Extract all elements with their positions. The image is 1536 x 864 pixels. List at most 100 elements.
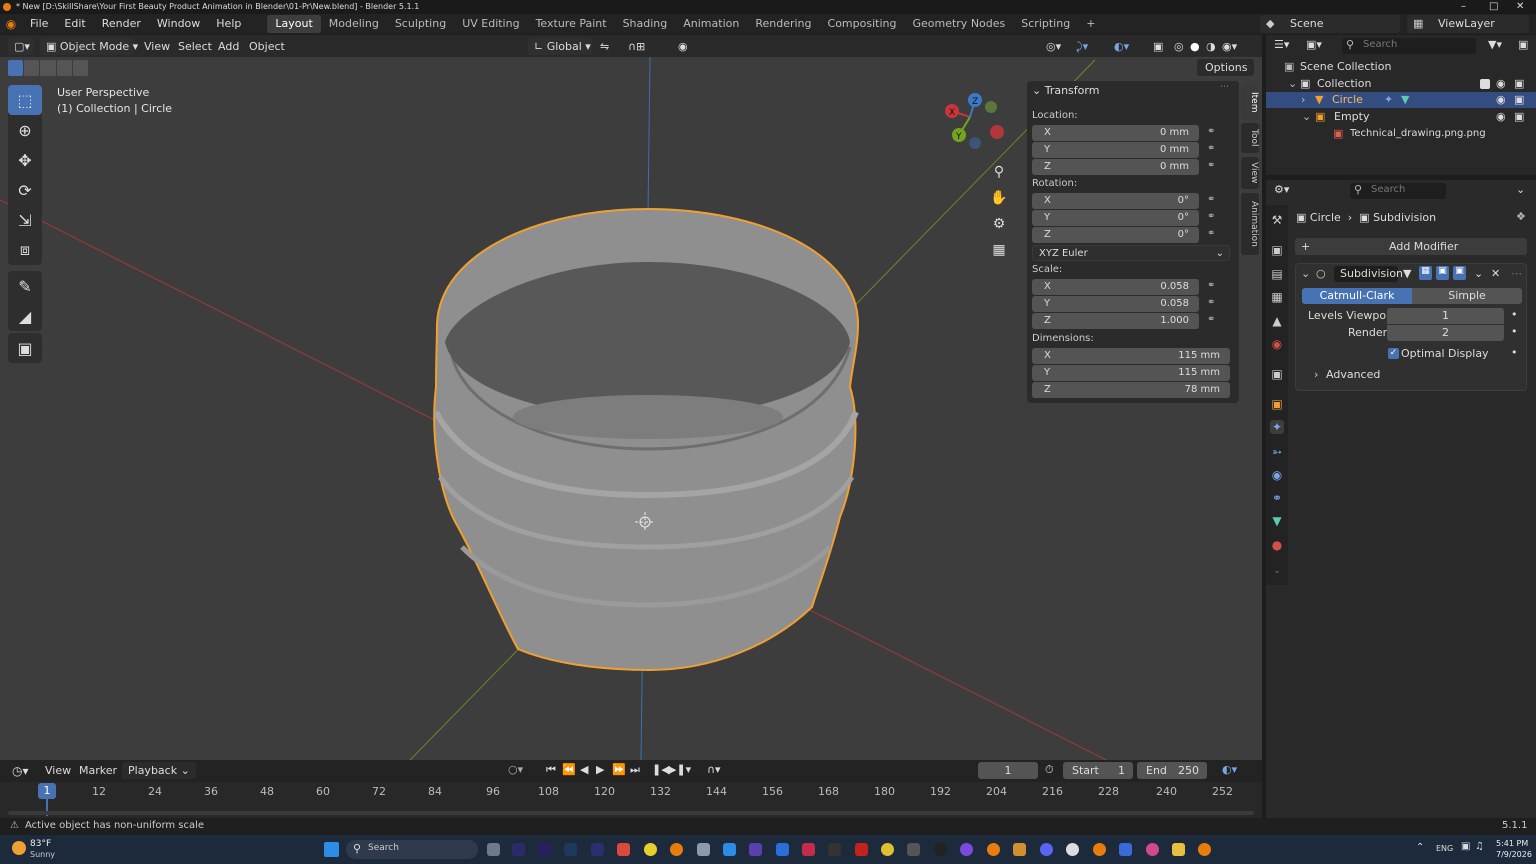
blender-taskbar-icon-2[interactable] (987, 843, 1000, 856)
outliner-search-input[interactable]: ⚲ Search (1342, 38, 1476, 54)
snapping-icon[interactable]: ∩▾ (707, 763, 721, 776)
menu-help[interactable]: Help (208, 14, 249, 34)
filter-icon[interactable]: ▼▾ (1488, 38, 1502, 51)
outliner-row-circle[interactable]: › ▼ Circle ✦ ▼ ◉ ▣ (1266, 92, 1536, 108)
timeline-scrollbar[interactable] (8, 811, 1254, 815)
tab-scripting[interactable]: Scripting (1013, 15, 1078, 33)
menu-render[interactable]: Render (94, 14, 149, 34)
ortho-grid-icon[interactable]: ▦ (988, 242, 1010, 264)
scale-x-field[interactable]: X 0.058 (1032, 279, 1199, 295)
blender-active-icon[interactable] (1198, 843, 1211, 856)
camera-icon[interactable]: ▣ (1514, 76, 1524, 92)
type-simple-button[interactable]: Simple (1412, 288, 1522, 304)
tab-uv-editing[interactable]: UV Editing (454, 15, 527, 33)
modifier-tab-icon[interactable]: ✦ (1270, 420, 1284, 434)
render-toggle-icon[interactable]: ▣ (1453, 266, 1466, 280)
optimal-display-checkbox[interactable]: ✓ (1388, 348, 1399, 359)
lock-icon[interactable]: ⚭ (1207, 160, 1215, 171)
delete-modifier-icon[interactable]: ✕ (1491, 267, 1500, 280)
wireframe-shading-icon[interactable]: ◎ (1174, 38, 1184, 55)
app-icon-multi[interactable] (1146, 843, 1159, 856)
lock-icon[interactable]: ⚭ (1207, 211, 1215, 222)
tab-animation[interactable]: Animation (675, 15, 747, 33)
play-icon[interactable]: ▶ (596, 763, 604, 776)
scene-selector[interactable]: ◆ Scene (1260, 15, 1400, 33)
app-icon-dark[interactable] (934, 843, 947, 856)
gizmo-toggle-icon[interactable]: ⤸▾ (1076, 38, 1088, 55)
properties-editor-type-icon[interactable]: ⚙▾ (1274, 183, 1289, 196)
expand-icon[interactable]: › (1301, 92, 1305, 108)
add-workspace-button[interactable]: + (1078, 15, 1103, 33)
tab-animation-sidebar[interactable]: Animation (1241, 193, 1259, 255)
app-icon-gear[interactable] (697, 843, 710, 856)
lock-icon[interactable]: ⚭ (1207, 143, 1215, 154)
lock-icon[interactable]: ⚭ (1207, 314, 1215, 325)
modifier-dropdown-icon[interactable]: ⌄ (1474, 267, 1483, 280)
viewport-toggle-icon[interactable]: ▣ (1436, 266, 1449, 280)
github-icon[interactable] (1066, 843, 1079, 856)
xray-icon[interactable]: ▣ (1153, 38, 1163, 55)
epic-games-icon[interactable] (828, 843, 841, 856)
modifier-name-field[interactable]: Subdivision (1334, 266, 1403, 282)
rotation-x-field[interactable]: X 0° (1032, 193, 1199, 209)
add-modifier-button[interactable]: + Add Modifier (1295, 238, 1527, 255)
output-tab-icon[interactable]: ▤ (1270, 267, 1284, 281)
play-reverse-icon[interactable]: ◀ (580, 763, 588, 776)
constraints-tab-icon[interactable]: ⚭ (1270, 491, 1284, 505)
outliner-row-empty[interactable]: ⌄ ▣ Empty ◉ ▣ (1266, 109, 1536, 125)
app-icon-red-2[interactable] (802, 843, 815, 856)
world-tab-icon[interactable]: ◉ (1270, 337, 1284, 351)
dimensions-z-field[interactable]: Z 78 mm (1032, 382, 1230, 398)
scale-icon[interactable]: ⇲ (8, 205, 42, 235)
jump-keyframe-forward-icon[interactable]: ⏩ (612, 763, 626, 776)
language-indicator[interactable]: ENG (1436, 844, 1453, 853)
chrome-icon[interactable] (881, 843, 894, 856)
timeline-editor-type-icon[interactable]: ◷▾ (12, 764, 29, 778)
transform-header[interactable]: ⌄ Transform (1032, 84, 1099, 97)
frame-ruler[interactable]: 1 12 24 36 48 60 72 84 96 108 120 132 14… (0, 782, 1262, 818)
tab-geometry-nodes[interactable]: Geometry Nodes (904, 15, 1013, 33)
timeline-overlay-icon[interactable]: ◐▾ (1222, 763, 1237, 776)
select-new-icon[interactable] (8, 60, 24, 76)
rendered-shading-icon[interactable]: ◉▾ (1222, 38, 1237, 55)
app-icon-yellow[interactable] (644, 843, 657, 856)
scale-z-field[interactable]: Z 1.000 (1032, 313, 1199, 329)
pan-hand-icon[interactable]: ✋ (988, 190, 1010, 212)
view-layer-tab-icon[interactable]: ▦ (1270, 290, 1284, 304)
outliner-row-collection[interactable]: ⌄ ▣ Collection ◉ ▣ (1266, 76, 1536, 92)
camera-icon[interactable]: ▣ (1514, 92, 1524, 108)
lock-icon[interactable]: ⚭ (1207, 228, 1215, 239)
keyframe-dot-icon[interactable]: • (1511, 325, 1518, 338)
data-tab-icon[interactable]: ▼ (1270, 514, 1284, 528)
task-view-icon[interactable] (487, 843, 500, 856)
tab-rendering[interactable]: Rendering (747, 15, 819, 33)
blender-menu-icon[interactable]: ◉ (0, 17, 22, 31)
keyframe-dot-icon[interactable]: • (1511, 308, 1518, 321)
material-tab-icon[interactable]: ● (1270, 538, 1284, 552)
select-subtract-icon[interactable] (40, 60, 56, 76)
tab-sculpting[interactable]: Sculpting (387, 15, 454, 33)
tab-compositing[interactable]: Compositing (820, 15, 905, 33)
edit-mode-toggle-icon[interactable]: ▼ (1403, 267, 1411, 280)
keyframe-dot-icon[interactable]: • (1511, 346, 1518, 359)
collapse-icon[interactable]: ⌄ (1301, 267, 1310, 280)
display-mode-icon[interactable]: ▣▾ (1306, 38, 1322, 51)
tab-layout[interactable]: Layout (267, 15, 321, 33)
tab-view[interactable]: View (1241, 157, 1259, 189)
modifier-wrench-icon[interactable]: ✦ (1384, 92, 1393, 108)
blender-taskbar-icon-3[interactable] (1093, 843, 1106, 856)
menu-window[interactable]: Window (149, 14, 208, 34)
dimensions-y-field[interactable]: Y 115 mm (1032, 365, 1230, 381)
eye-icon[interactable]: ◉ (1496, 109, 1506, 125)
app-icon-red[interactable] (617, 843, 630, 856)
move-icon[interactable]: ✥ (8, 145, 42, 175)
select-intersect-icon[interactable] (72, 60, 89, 76)
jump-keyframe-back-icon[interactable]: ⏪ (562, 763, 576, 776)
weather-icon[interactable] (12, 841, 26, 855)
measure-icon[interactable]: ◢ (8, 301, 42, 331)
new-collection-icon[interactable]: ▣ (1518, 38, 1528, 51)
menu-file[interactable]: File (22, 14, 56, 34)
more-tabs-icon[interactable]: ⌄ (1270, 564, 1284, 578)
network-icon[interactable]: ▣ (1461, 841, 1470, 852)
timeline-menu-marker[interactable]: Marker (79, 764, 117, 777)
